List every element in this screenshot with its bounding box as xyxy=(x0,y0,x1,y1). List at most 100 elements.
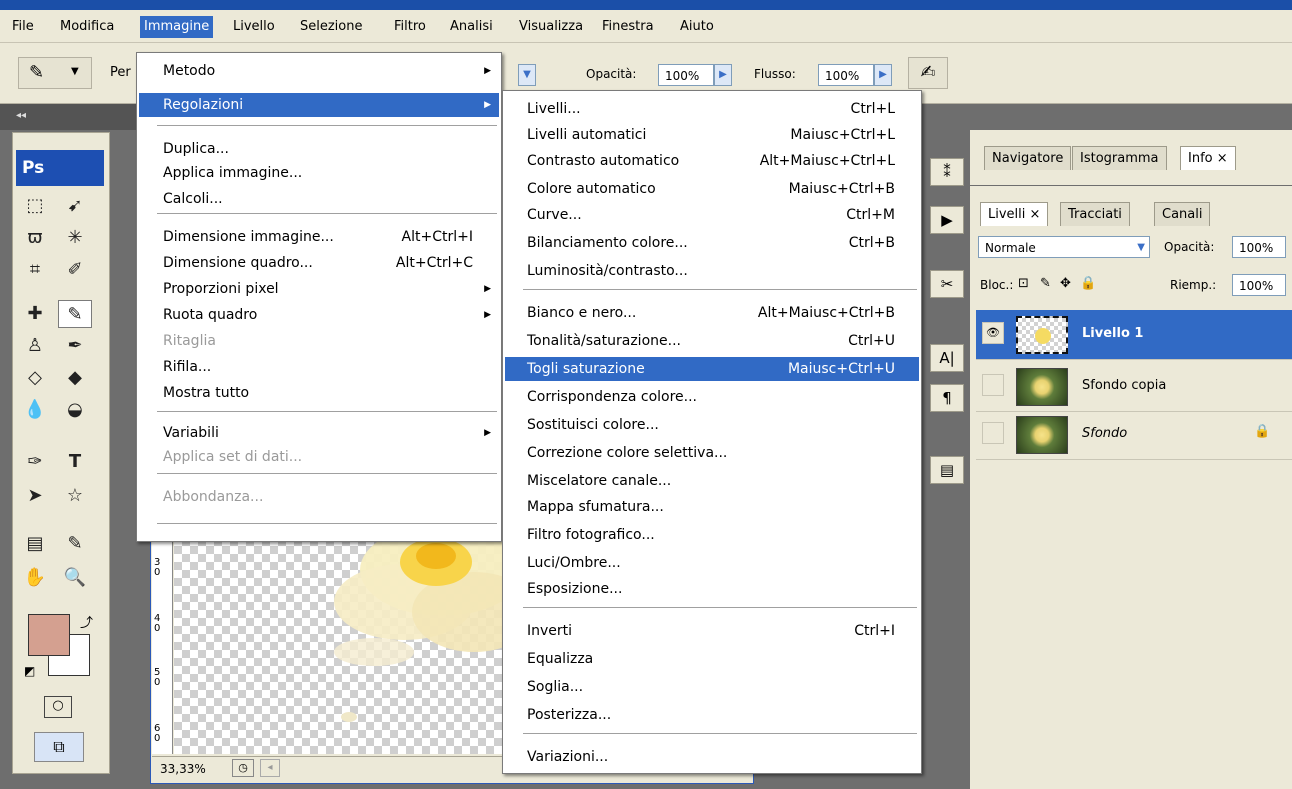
submenu-item-bianco-e-nero[interactable]: Bianco e nero... Alt+Maiusc+Ctrl+B xyxy=(505,301,919,325)
menu-file[interactable]: File xyxy=(8,16,38,38)
close-icon[interactable]: × xyxy=(1217,151,1228,166)
menu-item-ruota-quadro[interactable]: Ruota quadro ▶ xyxy=(139,303,499,327)
submenu-item-curve[interactable]: Curve... Ctrl+M xyxy=(505,203,919,227)
submenu-item-luminosita-contrasto[interactable]: Luminosità/contrasto... xyxy=(505,259,919,283)
flow-slider-button[interactable]: ▶ xyxy=(874,64,892,86)
type-tool-icon[interactable]: T xyxy=(58,448,92,476)
submenu-item-livelli-automatici[interactable]: Livelli automatici Maiusc+Ctrl+L xyxy=(505,123,919,147)
submenu-item-contrasto-automatico[interactable]: Contrasto automatico Alt+Maiusc+Ctrl+L xyxy=(505,149,919,173)
custom-shape-tool-icon[interactable]: ☆ xyxy=(58,482,92,510)
marquee-tool-icon[interactable]: ⬚ xyxy=(18,192,52,220)
tab-info[interactable]: Info × xyxy=(1180,146,1236,170)
menu-analisi[interactable]: Analisi xyxy=(446,16,497,38)
fill-input[interactable]: 100% xyxy=(1232,274,1286,296)
blur-tool-icon[interactable]: 💧 xyxy=(18,396,52,424)
tab-canali[interactable]: Canali xyxy=(1154,202,1211,226)
submenu-item-mappa-sfumatura[interactable]: Mappa sfumatura... xyxy=(505,495,919,519)
eyedropper-tool-icon[interactable]: ✎ xyxy=(58,530,92,558)
menu-finestra[interactable]: Finestra xyxy=(598,16,658,38)
submenu-item-corrispondenza-colore[interactable]: Corrispondenza colore... xyxy=(505,385,919,409)
submenu-item-equalizza[interactable]: Equalizza xyxy=(505,647,919,671)
visibility-toggle[interactable] xyxy=(982,374,1004,396)
swap-colors-icon[interactable]: ⤴ xyxy=(80,612,93,631)
submenu-item-esposizione[interactable]: Esposizione... xyxy=(505,577,919,601)
menu-item-duplica[interactable]: Duplica... xyxy=(139,137,499,161)
mode-dropdown-button[interactable]: ▼ xyxy=(518,64,536,86)
screen-mode-button[interactable]: ⧉ xyxy=(34,732,84,762)
layer-row[interactable]: Sfondo copia xyxy=(976,362,1292,412)
clone-stamp-tool-icon[interactable]: ♙ xyxy=(18,332,52,360)
lock-all-icon[interactable]: 🔒 xyxy=(1080,276,1096,291)
visibility-toggle[interactable] xyxy=(982,422,1004,444)
layer-opacity-input[interactable]: 100% xyxy=(1232,236,1286,258)
info-panel-icon[interactable]: ▤ xyxy=(930,456,964,484)
tab-istogramma[interactable]: Istogramma xyxy=(1072,146,1167,170)
zoom-tool-icon[interactable]: 🔍 xyxy=(58,564,92,592)
submenu-item-inverti[interactable]: Inverti Ctrl+I xyxy=(505,619,919,643)
menu-livello[interactable]: Livello xyxy=(229,16,279,38)
path-selection-tool-icon[interactable]: ➤ xyxy=(18,482,52,510)
lock-pixels-icon[interactable]: ✎ xyxy=(1040,276,1051,291)
tool-preset-picker[interactable]: ✎ ▼ xyxy=(18,57,92,89)
submenu-item-filtro-fotografico[interactable]: Filtro fotografico... xyxy=(505,523,919,547)
opacity-slider-button[interactable]: ▶ xyxy=(714,64,732,86)
notes-tool-icon[interactable]: ▤ xyxy=(18,530,52,558)
menu-item-calcoli[interactable]: Calcoli... xyxy=(139,187,499,211)
slice-tool-icon[interactable]: ✐ xyxy=(58,256,92,284)
submenu-item-colore-automatico[interactable]: Colore automatico Maiusc+Ctrl+B xyxy=(505,177,919,201)
submenu-item-sostituisci-colore[interactable]: Sostituisci colore... xyxy=(505,413,919,437)
submenu-item-correzione-colore-selettiva[interactable]: Correzione colore selettiva... xyxy=(505,441,919,465)
history-brush-tool-icon[interactable]: ✒ xyxy=(58,332,92,360)
submenu-item-posterizza[interactable]: Posterizza... xyxy=(505,703,919,727)
submenu-item-miscelatore-canale[interactable]: Miscelatore canale... xyxy=(505,469,919,493)
default-colors-icon[interactable]: ◩ xyxy=(24,664,35,678)
lasso-tool-icon[interactable]: ϖ xyxy=(18,224,52,252)
menu-item-rifila[interactable]: Rifila... xyxy=(139,355,499,379)
paint-bucket-tool-icon[interactable]: ◆ xyxy=(58,364,92,392)
collapse-icon[interactable]: ◂◂ xyxy=(16,110,26,121)
flow-input[interactable]: 100% xyxy=(818,64,874,86)
submenu-item-luci-ombre[interactable]: Luci/Ombre... xyxy=(505,551,919,575)
status-info-button[interactable]: ◷ xyxy=(232,759,254,777)
foreground-color-swatch[interactable] xyxy=(28,614,70,656)
menu-item-dimensione-quadro[interactable]: Dimensione quadro... Alt+Ctrl+C xyxy=(139,251,499,275)
brush-tool-icon[interactable]: ✎ xyxy=(58,300,92,328)
dodge-tool-icon[interactable]: ◒ xyxy=(58,396,92,424)
layer-row[interactable]: Sfondo 🔒 xyxy=(976,410,1292,460)
layer-row[interactable]: 👁 Livello 1 xyxy=(976,310,1292,360)
crop-tool-icon[interactable]: ⌗ xyxy=(18,256,52,284)
lock-position-icon[interactable]: ✥ xyxy=(1060,276,1071,291)
layer-comps-icon[interactable]: ⁑ xyxy=(930,158,964,186)
blend-mode-select[interactable]: Normale ▼ xyxy=(978,236,1150,258)
close-icon[interactable]: × xyxy=(1030,207,1041,222)
submenu-item-togli-saturazione[interactable]: Togli saturazione Maiusc+Ctrl+U xyxy=(505,357,919,381)
tab-livelli[interactable]: Livelli × xyxy=(980,202,1049,226)
character-icon[interactable]: A| xyxy=(930,344,964,372)
opacity-input[interactable]: 100% xyxy=(658,64,714,86)
menu-filtro[interactable]: Filtro xyxy=(390,16,430,38)
tools-panel-header[interactable]: ◂◂ xyxy=(0,104,136,130)
tool-presets-icon[interactable]: ✂ xyxy=(930,270,964,298)
menu-item-regolazioni[interactable]: Regolazioni ▶ xyxy=(139,93,499,117)
healing-brush-tool-icon[interactable]: ✚ xyxy=(18,300,52,328)
airbrush-toggle[interactable]: ✍ xyxy=(908,57,948,89)
submenu-item-variazioni[interactable]: Variazioni... xyxy=(505,745,919,769)
hand-tool-icon[interactable]: ✋ xyxy=(18,564,52,592)
menu-modifica[interactable]: Modifica xyxy=(56,16,118,38)
menu-aiuto[interactable]: Aiuto xyxy=(676,16,718,38)
submenu-item-bilanciamento-colore[interactable]: Bilanciamento colore... Ctrl+B xyxy=(505,231,919,255)
zoom-level[interactable]: 33,33% xyxy=(160,762,206,776)
magic-wand-tool-icon[interactable]: ✳ xyxy=(58,224,92,252)
menu-item-variabili[interactable]: Variabili ▶ xyxy=(139,421,499,445)
submenu-item-tonalita-saturazione[interactable]: Tonalità/saturazione... Ctrl+U xyxy=(505,329,919,353)
menu-visualizza[interactable]: Visualizza xyxy=(515,16,587,38)
menu-immagine[interactable]: Immagine xyxy=(140,16,214,38)
pen-tool-icon[interactable]: ✑ xyxy=(18,448,52,476)
paragraph-icon[interactable]: ¶ xyxy=(930,384,964,412)
menu-item-mostra-tutto[interactable]: Mostra tutto xyxy=(139,381,499,405)
menu-item-metodo[interactable]: Metodo ▶ xyxy=(139,59,499,83)
eye-icon[interactable]: 👁 xyxy=(982,322,1004,344)
tab-tracciati[interactable]: Tracciati xyxy=(1060,202,1130,226)
eraser-tool-icon[interactable]: ◇ xyxy=(18,364,52,392)
menu-item-proporzioni-pixel[interactable]: Proporzioni pixel ▶ xyxy=(139,277,499,301)
